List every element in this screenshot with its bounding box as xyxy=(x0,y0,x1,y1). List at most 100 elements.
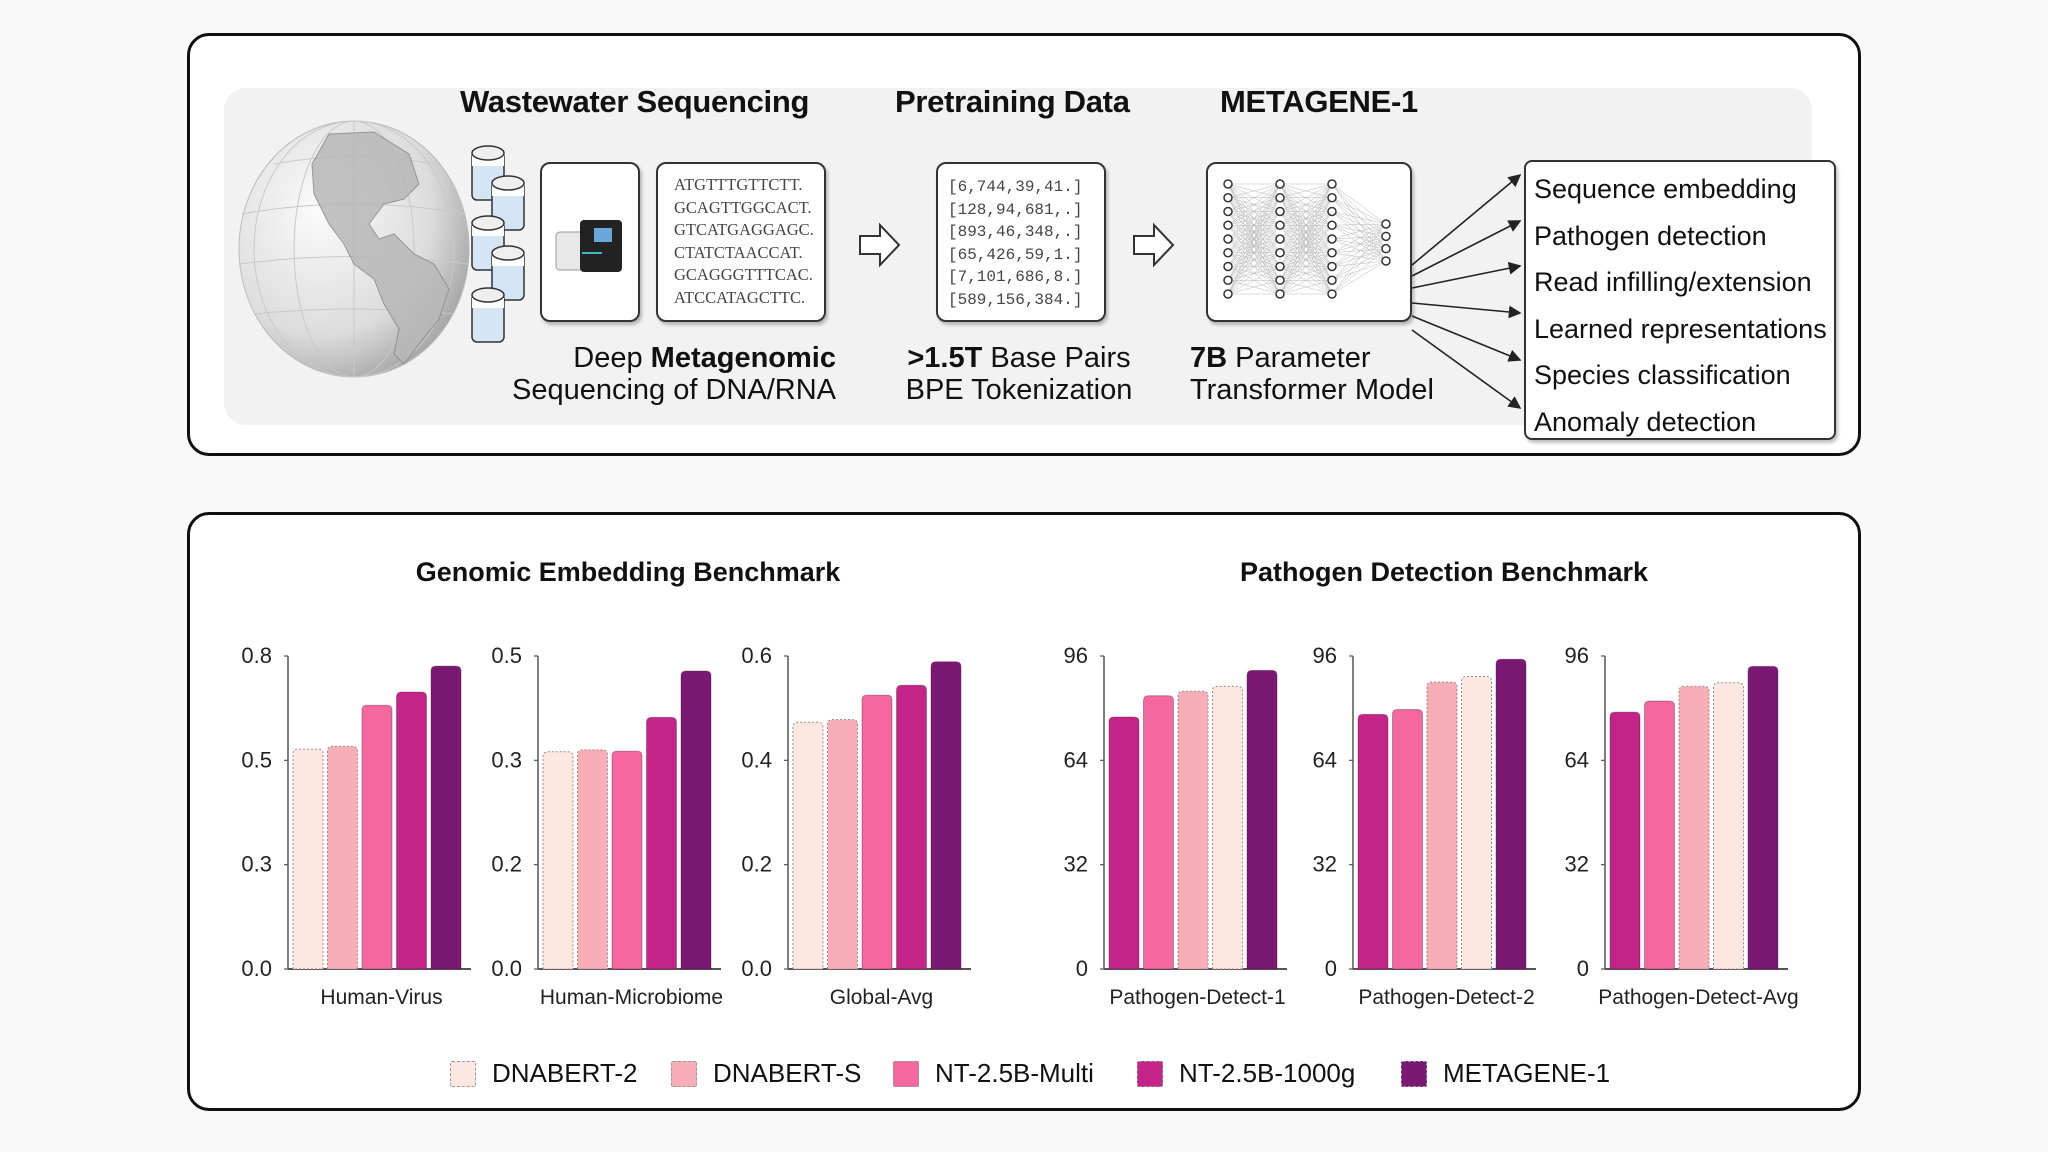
neuron-node xyxy=(1327,248,1337,258)
neuron-node xyxy=(1223,220,1233,230)
y-tick-label: 0.3 xyxy=(241,852,272,877)
legend-swatch xyxy=(450,1060,476,1087)
bar-nt-2.5b-multi xyxy=(1143,695,1174,970)
bar-nt-2.5b-1000g xyxy=(1108,716,1140,970)
neuron-node xyxy=(1275,289,1285,299)
bar-dnabert-s xyxy=(577,749,608,970)
output-arrows xyxy=(1411,173,1522,409)
caption-bold: 7B xyxy=(1190,342,1228,374)
y-tick-label: 0.5 xyxy=(241,747,272,772)
legend-swatch xyxy=(1137,1060,1163,1087)
token-card: [6,744,39,41.] [128,94,681,.] [893,46,34… xyxy=(936,162,1106,322)
y-tick-label: 0.0 xyxy=(491,956,522,981)
token-row: [589,156,384.] xyxy=(948,290,1083,309)
y-tick-label: 0.5 xyxy=(491,643,522,668)
legend-label: DNABERT-S xyxy=(713,1058,862,1088)
bar-nt-2.5b-multi xyxy=(1392,708,1423,970)
legend-label: METAGENE-1 xyxy=(1443,1058,1611,1088)
x-axis-label: Human-Virus xyxy=(320,986,442,1009)
bar-metagene-1 xyxy=(430,665,462,970)
y-tick-label: 32 xyxy=(1064,852,1088,877)
y-tick-label: 0.4 xyxy=(741,747,772,772)
legend-swatch xyxy=(893,1060,919,1087)
caption-line2: BPE Tokenization xyxy=(905,374,1133,406)
neuron-node xyxy=(1275,193,1285,203)
neuron-node xyxy=(1223,261,1233,272)
sequence-reads-card: ATGTTTGTTCTT. GCAGTTGGCACT. GTCATGAGGAGC… xyxy=(656,162,826,322)
neuron-node xyxy=(1381,231,1391,242)
caption-text: Base Pairs xyxy=(982,342,1131,374)
token-row: [7,101,686,8.] xyxy=(948,268,1083,286)
y-tick-label: 0 xyxy=(1577,956,1589,981)
stage-metagene-title: METAGENE-1 xyxy=(1220,84,1418,119)
y-tick-label: 64 xyxy=(1313,747,1337,772)
right-arrow-icon xyxy=(1133,222,1175,268)
bar-dnabert-s xyxy=(1177,690,1209,970)
caption-bold: Metagenomic xyxy=(650,342,836,374)
legend-item-metagene-1: METAGENE-1 xyxy=(1401,1058,1610,1089)
neuron-node xyxy=(1381,219,1391,229)
sequence-read: GCAGTTGGCACT. xyxy=(674,197,812,217)
sequence-read: GTCATGAGGAGC. xyxy=(674,220,814,239)
neuron-node xyxy=(1275,179,1285,189)
neuron-node xyxy=(1223,275,1233,285)
bar-metagene-1 xyxy=(1747,665,1779,970)
neuron-node xyxy=(1275,206,1285,217)
y-tick-label: 0.6 xyxy=(741,643,772,668)
stage-wastewater-caption: Deep Metagenomic Sequencing of DNA/RNA xyxy=(476,342,836,406)
neuron-node xyxy=(1275,234,1285,244)
neuron-node xyxy=(1223,234,1233,244)
benchmark-figure: Genomic Embedding Benchmark Pathogen Det… xyxy=(187,512,1861,1111)
y-tick-label: 0.2 xyxy=(741,852,772,877)
bar-metagene-1 xyxy=(1246,669,1278,970)
right-arrow-icon xyxy=(859,222,901,268)
bar-nt-2.5b-1000g xyxy=(896,684,927,970)
token-row: [893,46,348,.] xyxy=(948,223,1083,241)
bar-nt-2.5b-multi xyxy=(611,750,643,970)
neuron-node xyxy=(1327,220,1337,230)
neuron-node xyxy=(1223,179,1233,189)
neuron-node xyxy=(1275,261,1285,272)
y-tick-label: 32 xyxy=(1313,852,1337,877)
x-axis-label: Pathogen-Detect-1 xyxy=(1109,986,1285,1009)
token-row: [6,744,39,41.] xyxy=(948,178,1083,196)
y-tick-label: 0.2 xyxy=(491,852,522,877)
sequence-read: ATCCATAGCTTC. xyxy=(674,287,806,307)
bar-dnabert-2 xyxy=(1212,685,1243,970)
neuron-node xyxy=(1223,289,1233,299)
neuron-node xyxy=(1381,256,1391,266)
neuron-node xyxy=(1327,179,1337,189)
bar-nt-2.5b-1000g xyxy=(1357,713,1389,970)
neuron-node xyxy=(1327,206,1337,217)
legend-item-dnabert-2: DNABERT-2 xyxy=(450,1058,637,1089)
neuron-node xyxy=(1275,220,1285,230)
bar-nt-2.5b-1000g xyxy=(396,691,427,970)
application-item: Learned representations xyxy=(1534,313,1827,344)
chart-pathogen-detect-2: 0 32 64 96 Pathogen-Detect-2 xyxy=(1313,643,1536,1009)
neuron-node xyxy=(1381,243,1391,254)
bar-nt-2.5b-multi xyxy=(361,704,393,970)
neuron-node xyxy=(1327,234,1337,244)
token-row: [65,426,59,1.] xyxy=(948,245,1083,264)
x-axis-label: Global-Avg xyxy=(830,986,934,1009)
globe-icon xyxy=(238,120,470,378)
stage-wastewater-title: Wastewater Sequencing xyxy=(460,84,810,119)
y-tick-label: 32 xyxy=(1565,852,1589,877)
application-item: Pathogen detection xyxy=(1534,220,1767,251)
sequence-read: GCAGGGTTTCAC. xyxy=(674,265,813,284)
applications-list: Sequence embedding Pathogen detection Re… xyxy=(1524,160,1836,440)
chart-pathogen-detect-avg: 0 32 64 96 Pathogen-Detect-Avg xyxy=(1565,643,1799,1009)
bar-nt-2.5b-1000g xyxy=(1609,711,1641,970)
bar-metagene-1 xyxy=(930,661,962,970)
chart-legend: DNABERT-2 DNABERT-S NT-2.5B-Multi NT-2.5… xyxy=(190,1058,1858,1098)
chart-pathogen-detect-1: 0 32 64 96 Pathogen-Detect-1 xyxy=(1064,643,1287,1009)
token-row: [128,94,681,.] xyxy=(948,200,1083,219)
neuron-node xyxy=(1223,193,1233,203)
sequence-read: ATGTTTGTTCTT. xyxy=(674,175,803,194)
neuron-node xyxy=(1223,206,1233,217)
neuron-node xyxy=(1275,248,1285,258)
benchmark-charts: 0.0 0.3 0.5 0.8 Human-Virus 0.0 0.2 0.3 0.5 Human… xyxy=(241,643,1799,1009)
legend-swatch xyxy=(671,1060,697,1087)
bar-nt-2.5b-1000g xyxy=(646,716,677,970)
bar-nt-2.5b-multi xyxy=(1644,700,1675,970)
